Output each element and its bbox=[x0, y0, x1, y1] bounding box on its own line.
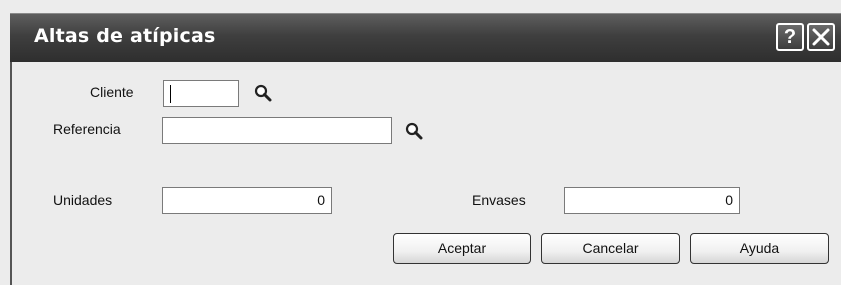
close-icon bbox=[812, 28, 830, 46]
cancel-button[interactable]: Cancelar bbox=[541, 233, 680, 264]
envases-label: Envases bbox=[472, 192, 526, 208]
referencia-label: Referencia bbox=[53, 121, 121, 137]
cliente-input[interactable] bbox=[163, 80, 239, 107]
search-icon[interactable] bbox=[253, 83, 273, 103]
close-button[interactable] bbox=[807, 23, 835, 51]
help-dialog-button[interactable]: Ayuda bbox=[690, 233, 829, 264]
unidades-input[interactable]: 0 bbox=[162, 187, 332, 214]
window-title: Altas de atípicas bbox=[34, 25, 216, 47]
text-caret bbox=[170, 85, 171, 103]
search-icon[interactable] bbox=[404, 121, 424, 141]
accept-button[interactable]: Aceptar bbox=[393, 233, 531, 264]
envases-input[interactable]: 0 bbox=[564, 187, 740, 214]
dialog-window: Altas de atípicas ? Cliente Referencia U… bbox=[0, 0, 841, 285]
unidades-label: Unidades bbox=[53, 192, 113, 208]
title-bar[interactable]: Altas de atípicas ? bbox=[10, 13, 841, 62]
dialog-body: Cliente Referencia Unidades 0 Envases 0 … bbox=[10, 62, 841, 285]
referencia-input[interactable] bbox=[162, 117, 392, 144]
cliente-label: Cliente bbox=[90, 84, 134, 100]
help-button[interactable]: ? bbox=[776, 23, 804, 51]
